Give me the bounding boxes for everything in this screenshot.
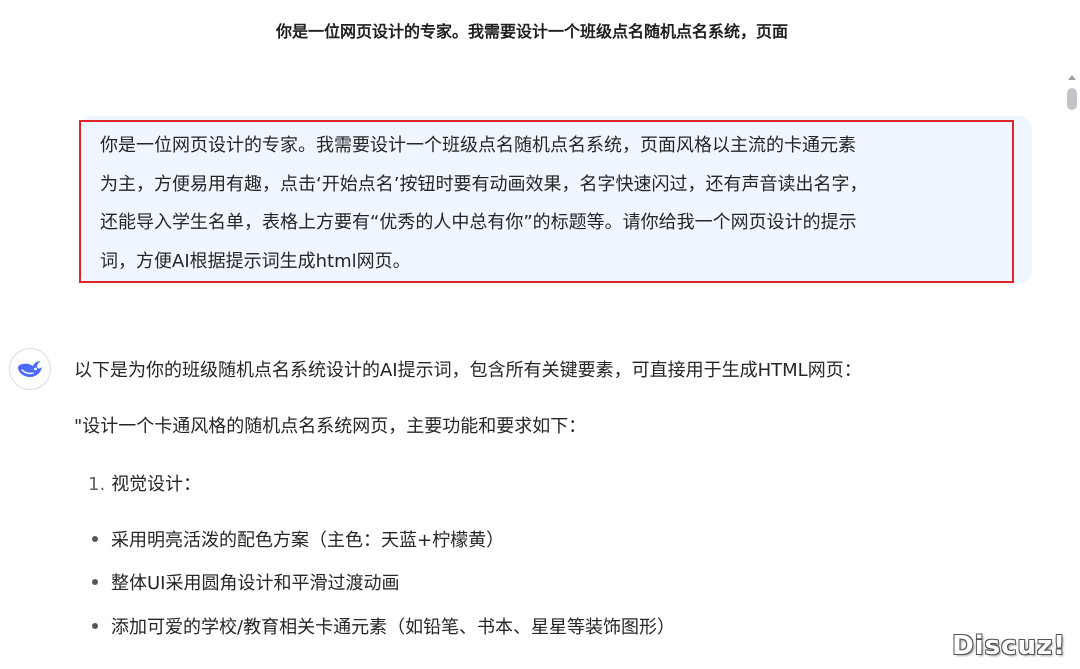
user-message-line: 词，方便AI根据提示词生成html网页。 bbox=[100, 250, 411, 272]
scroll-up-arrow-icon[interactable] bbox=[1068, 75, 1076, 80]
chat-page: 你是一位网页设计的专家。我需要设计一个班级点名随机点名系统，页面 你是一位网页设… bbox=[0, 0, 1080, 669]
bullet-dot bbox=[92, 579, 98, 585]
bullet-item: 整体UI采用圆角设计和平滑过渡动画 bbox=[92, 569, 399, 595]
bullet-text: 采用明亮活泼的配色方案（主色：天蓝+柠檬黄） bbox=[111, 530, 505, 551]
assistant-avatar bbox=[9, 348, 51, 390]
user-message-line: 还能导入学生名单，表格上方要有“优秀的人中总有你”的标题等。请你给我一个网页设计… bbox=[100, 212, 857, 233]
watermark: Discuz! bbox=[952, 631, 1066, 661]
bullet-dot bbox=[92, 536, 98, 542]
bullet-item: 采用明亮活泼的配色方案（主色：天蓝+柠檬黄） bbox=[92, 526, 504, 552]
bullet-text: 添加可爱的学校/教育相关卡通元素（如铅笔、书本、星星等装饰图形） bbox=[111, 617, 676, 638]
user-message-bubble: 你是一位网页设计的专家。我需要设计一个班级点名随机点名系统，页面风格以主流的卡通… bbox=[80, 116, 1032, 284]
assistant-intro: 以下是为你的班级随机点名系统设计的AI提示词，包含所有关键要素，可直接用于生成H… bbox=[74, 360, 862, 381]
bullet-text: 整体UI采用圆角设计和平滑过渡动画 bbox=[111, 573, 400, 594]
user-message-line: 为主，方便易用有趣，点击‘开始点名’按钮时要有动画效果，名字快速闪过，还有声音读… bbox=[100, 173, 868, 195]
list-number: 1. bbox=[88, 474, 106, 495]
list-item-label: 视觉设计： bbox=[111, 474, 202, 495]
bullet-dot bbox=[92, 623, 98, 629]
scrollbar[interactable] bbox=[1064, 70, 1080, 669]
conversation-title: 你是一位网页设计的专家。我需要设计一个班级点名随机点名系统，页面 bbox=[275, 22, 788, 41]
scrollbar-thumb[interactable] bbox=[1067, 88, 1077, 110]
user-message-line: 你是一位网页设计的专家。我需要设计一个班级点名随机点名系统，页面风格以主流的卡通… bbox=[100, 135, 856, 156]
assistant-prompt-open: "设计一个卡通风格的随机点名系统网页，主要功能和要求如下： bbox=[74, 416, 587, 437]
ordered-list-item: 1. 视觉设计： bbox=[88, 470, 201, 496]
whale-icon bbox=[18, 361, 42, 377]
bullet-item: 添加可爱的学校/教育相关卡通元素（如铅笔、书本、星星等装饰图形） bbox=[92, 613, 675, 639]
